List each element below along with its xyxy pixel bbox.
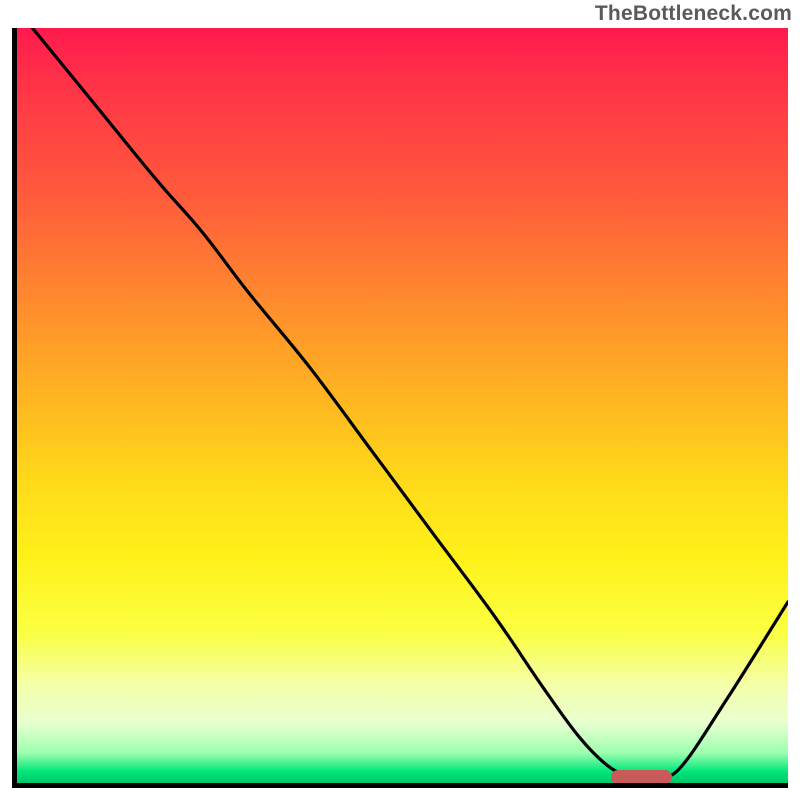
curve-line	[17, 28, 788, 783]
watermark-text: TheBottleneck.com	[595, 2, 792, 26]
optimal-range-marker	[611, 770, 673, 784]
chart-container: TheBottleneck.com	[0, 0, 800, 800]
curve-path	[32, 28, 788, 776]
plot-area	[12, 28, 788, 788]
